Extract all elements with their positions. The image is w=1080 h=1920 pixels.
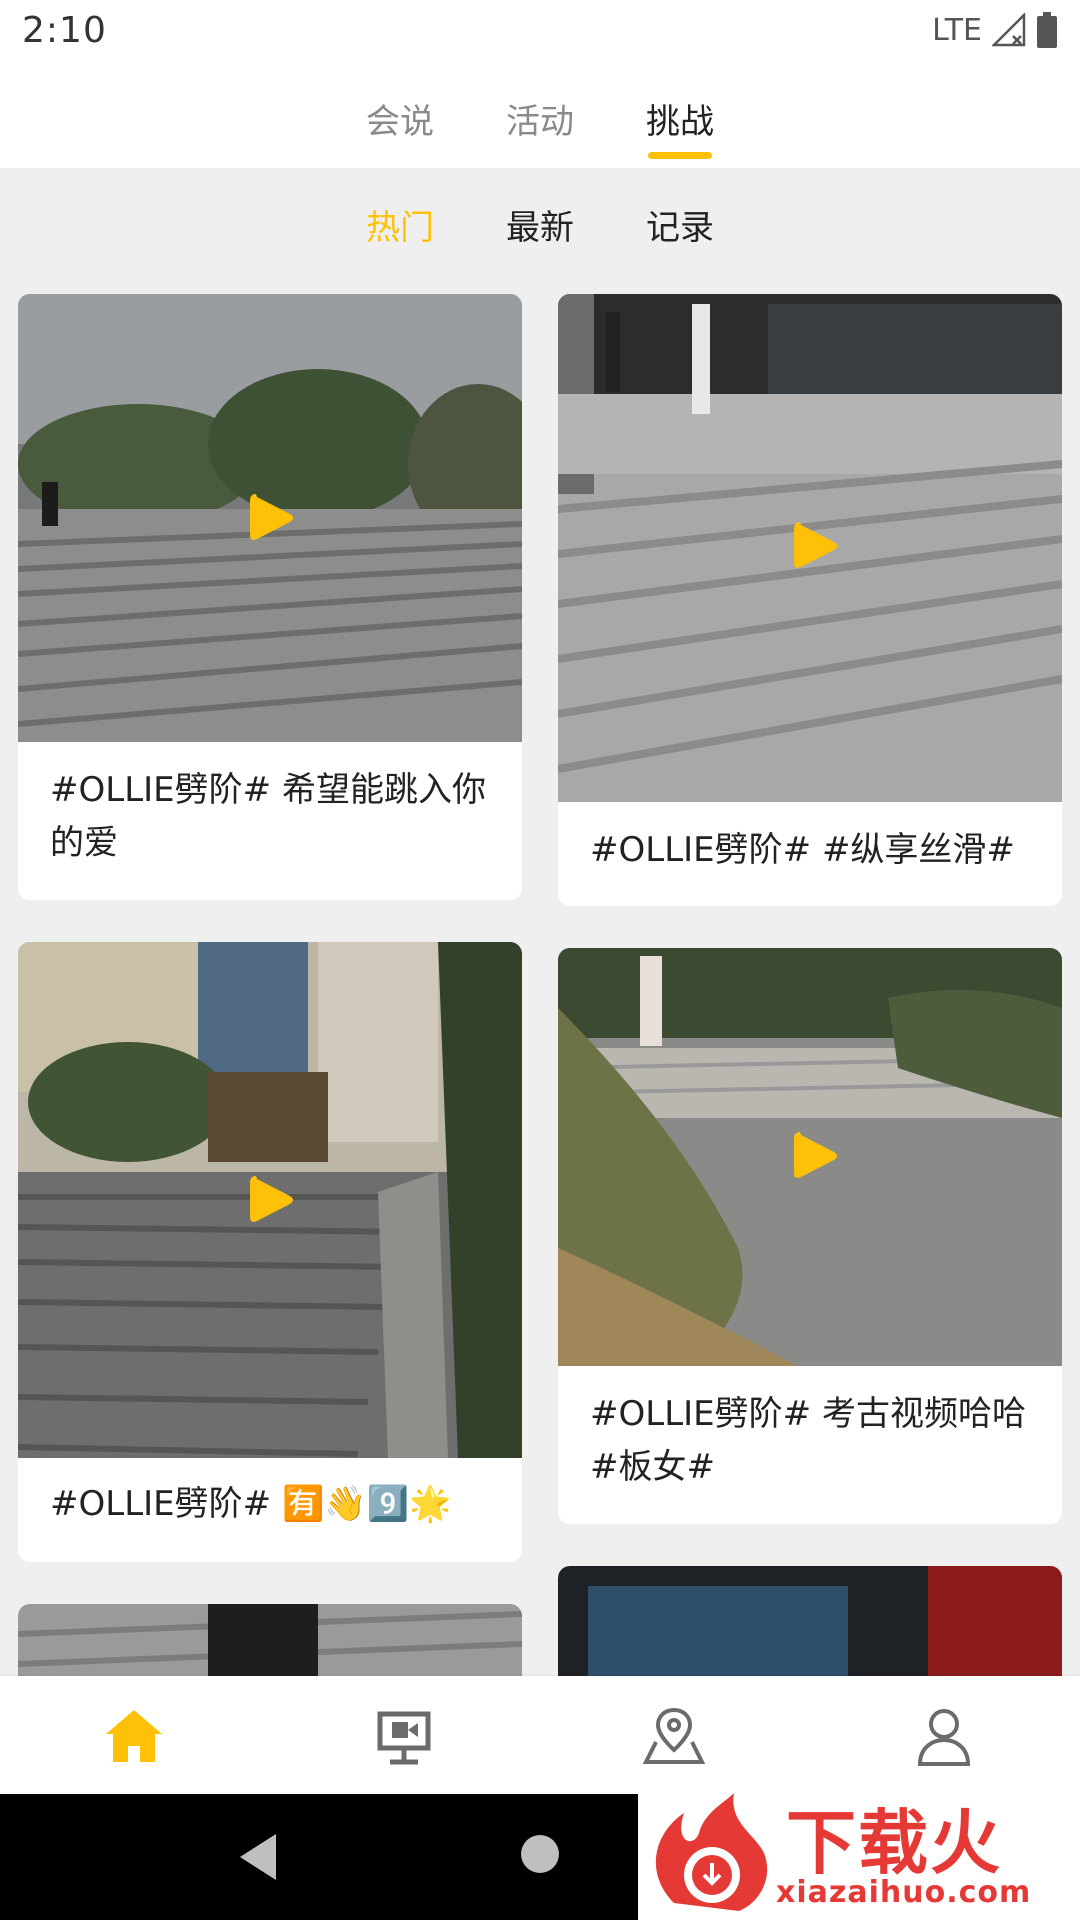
play-icon[interactable] <box>784 516 844 576</box>
active-tab-indicator <box>648 152 712 159</box>
subtab-hot[interactable]: 热门 <box>366 200 434 249</box>
home-icon[interactable] <box>102 1704 166 1768</box>
signal-icon <box>992 13 1026 47</box>
top-tab-bar: 会说 活动 挑战 <box>0 64 1080 168</box>
status-bar: 2:10 LTE <box>0 0 1080 64</box>
profile-icon[interactable] <box>912 1704 976 1768</box>
video-card[interactable]: #OLLIE劈阶# #纵享丝滑# <box>558 294 1062 906</box>
flame-logo-icon <box>655 1793 768 1911</box>
status-time: 2:10 <box>22 10 107 51</box>
watermark-url: xiazaihuo.com <box>776 1875 1032 1910</box>
map-pin-icon[interactable] <box>642 1704 706 1768</box>
play-icon[interactable] <box>240 488 300 548</box>
tab-activity[interactable]: 活动 <box>506 94 574 143</box>
card-caption: #OLLIE劈阶# 考古视频哈哈#板女# <box>590 1394 1026 1487</box>
tab-challenge[interactable]: 挑战 <box>646 94 714 143</box>
card-caption: #OLLIE劈阶# #纵享丝滑# <box>590 830 1015 870</box>
video-card[interactable]: #OLLIE劈阶# 🈶👋9️⃣🌟 <box>18 942 522 1562</box>
video-card[interactable]: #OLLIE劈阶# 考古视频哈哈#板女# <box>558 948 1062 1524</box>
watermark-title: 下载火 <box>786 1802 1002 1884</box>
subtab-latest[interactable]: 最新 <box>506 200 574 249</box>
status-icons: LTE <box>932 12 1058 48</box>
video-card[interactable]: #OLLIE劈阶# 希望能跳入你的爱 <box>18 294 522 900</box>
home-button-icon[interactable] <box>520 1834 560 1874</box>
tab-huishuo[interactable]: 会说 <box>366 94 434 143</box>
watermark-logo: 下载火 xiazaihuo.com <box>638 1783 1080 1920</box>
video-board-icon[interactable] <box>372 1704 436 1768</box>
subtab-records[interactable]: 记录 <box>646 200 714 249</box>
bottom-nav <box>0 1676 1080 1794</box>
battery-icon <box>1037 12 1057 48</box>
play-icon[interactable] <box>784 1126 844 1186</box>
play-icon[interactable] <box>240 1170 300 1230</box>
card-caption: #OLLIE劈阶# 希望能跳入你的爱 <box>50 770 486 863</box>
back-icon[interactable] <box>236 1832 280 1882</box>
card-caption: #OLLIE劈阶# 🈶👋9️⃣🌟 <box>50 1484 452 1524</box>
network-type: LTE <box>932 12 982 48</box>
